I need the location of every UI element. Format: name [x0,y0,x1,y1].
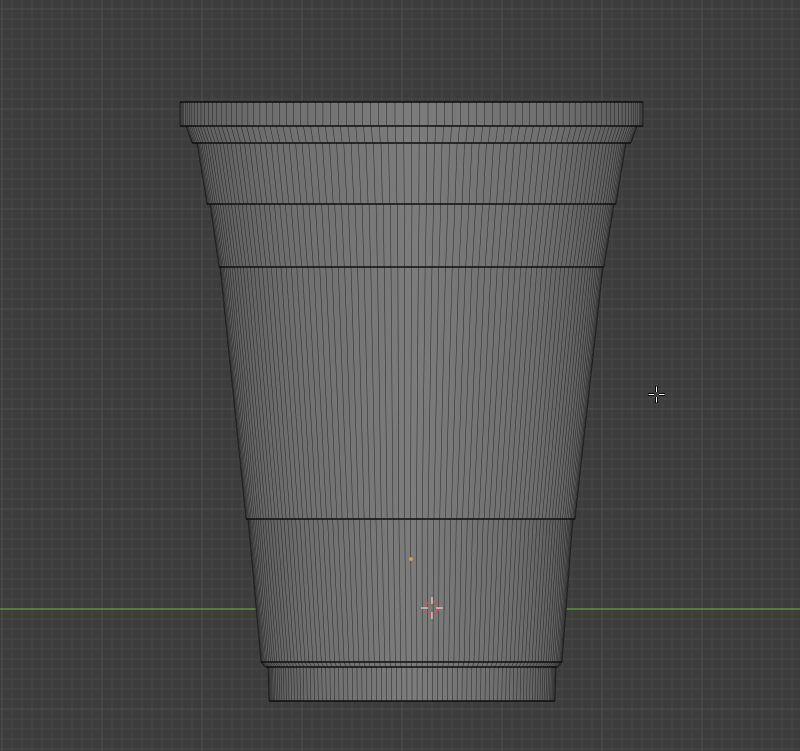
viewport-canvas[interactable] [0,0,800,751]
3d-viewport[interactable] [0,0,800,751]
object-origin-icon [409,557,413,561]
cup-mesh-object[interactable] [179,101,644,702]
